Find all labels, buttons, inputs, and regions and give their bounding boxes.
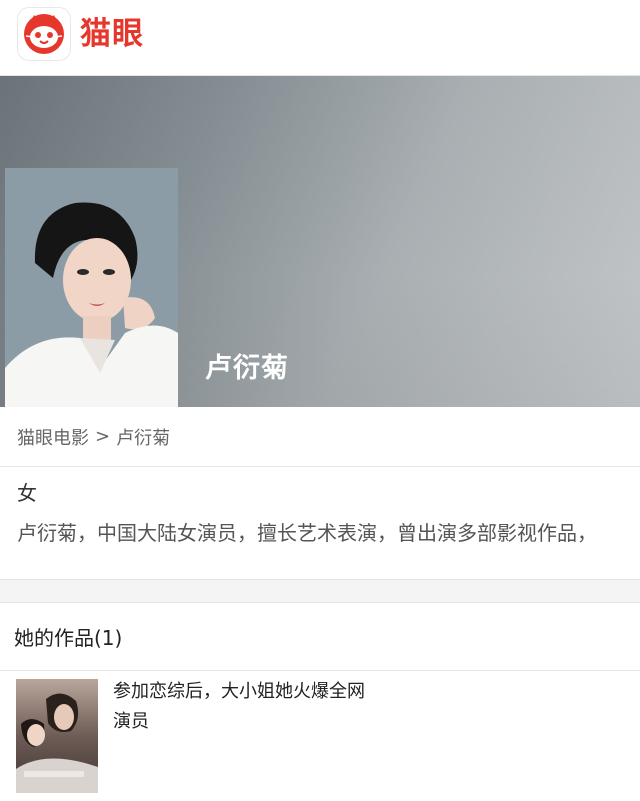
work-poster[interactable] — [16, 679, 98, 793]
works-heading: 她的作品(1) — [0, 603, 640, 671]
actor-avatar[interactable] — [5, 168, 178, 407]
actor-info: 女 卢衍菊，中国大陆女演员，擅长艺术表演，曾出演多部影视作品， — [0, 467, 640, 579]
work-role: 演员 — [113, 711, 149, 732]
top-header: 猫眼 — [0, 0, 640, 76]
breadcrumb-separator: > — [95, 426, 111, 447]
breadcrumb-root-link[interactable]: 猫眼电影 — [17, 424, 89, 450]
cat-logo-icon[interactable] — [17, 7, 71, 61]
actor-name: 卢衍菊 — [205, 353, 289, 384]
brand-name[interactable]: 猫眼 — [80, 14, 144, 54]
actor-bio: 卢衍菊，中国大陆女演员，擅长艺术表演，曾出演多部影视作品， — [17, 521, 597, 545]
actor-gender: 女 — [17, 481, 37, 505]
work-list-item[interactable]: 参加恋综后，大小姐她火爆全网 演员 — [0, 671, 640, 801]
breadcrumb: 猫眼电影 > 卢衍菊 — [0, 407, 640, 467]
actor-banner: 卢衍菊 — [0, 76, 640, 407]
work-title[interactable]: 参加恋综后，大小姐她火爆全网 — [113, 679, 365, 705]
section-divider — [0, 579, 640, 603]
breadcrumb-current: 卢衍菊 — [116, 427, 171, 449]
